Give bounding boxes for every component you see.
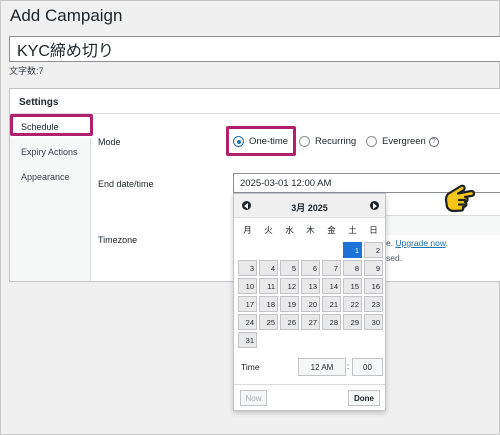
time-separator: : xyxy=(347,362,350,371)
radio-checked-icon xyxy=(233,136,244,147)
nav-item-appearance[interactable]: Appearance xyxy=(10,166,91,188)
calendar-blank-cell xyxy=(322,242,341,258)
radio-unchecked-icon xyxy=(366,136,377,147)
hour-select[interactable]: 12 AM xyxy=(298,358,346,376)
calendar-day[interactable]: 28 xyxy=(322,314,341,330)
upgrade-now-link[interactable]: Upgrade now xyxy=(395,238,445,248)
calendar-footer-divider xyxy=(234,384,385,385)
pointing-hand-icon xyxy=(442,180,476,219)
mode-label: Mode xyxy=(98,137,121,147)
weekday-label: 火 xyxy=(264,225,273,235)
calendar-day[interactable]: 24 xyxy=(238,314,257,330)
calendar-day[interactable]: 21 xyxy=(322,296,341,312)
calendar-day[interactable]: 31 xyxy=(238,332,257,348)
weekday-label: 木 xyxy=(306,225,315,235)
calendar-blank-cell xyxy=(259,242,278,258)
mode-recurring-label: Recurring xyxy=(315,136,357,147)
calendar-day[interactable]: 26 xyxy=(280,314,299,330)
calendar-day[interactable]: 11 xyxy=(259,278,278,294)
upgrade-note-suffix: . xyxy=(445,238,448,248)
calendar-day[interactable]: 14 xyxy=(322,278,341,294)
weekday-label: 月 xyxy=(243,225,252,235)
calendar-blank-cell xyxy=(238,242,257,258)
calendar-month-title: 3月 2025 xyxy=(291,203,328,213)
calendar-day[interactable]: 20 xyxy=(301,296,320,312)
weekday-label: 日 xyxy=(369,225,378,235)
end-date-label: End date/time xyxy=(98,179,154,189)
calendar-day[interactable]: 18 xyxy=(259,296,278,312)
calendar-day[interactable]: 4 xyxy=(259,260,278,276)
weekday-label: 土 xyxy=(348,225,357,235)
minute-select[interactable]: 00 xyxy=(352,358,383,376)
calendar-day[interactable]: 27 xyxy=(301,314,320,330)
calendar-day[interactable]: 23 xyxy=(364,296,383,312)
time-label: Time xyxy=(241,362,260,372)
chevron-right-icon[interactable] xyxy=(370,201,379,210)
calendar-day-grid: 1 2 3 4 5 6 7 8 9 10 11 12 13 14 15 16 17 18 19 20 21 22 23 24 2… xyxy=(237,241,384,349)
calendar-blank-cell xyxy=(280,242,299,258)
timezone-row-strip xyxy=(372,215,500,235)
settings-side-nav: Schedule Expiry Actions Appearance xyxy=(10,114,92,281)
weekday-header-row: 月火水木金土日 xyxy=(237,224,384,236)
calendar-day[interactable]: 15 xyxy=(343,278,362,294)
calendar-day[interactable]: 29 xyxy=(343,314,362,330)
calendar-day[interactable]: 9 xyxy=(364,260,383,276)
radio-unchecked-icon xyxy=(299,136,310,147)
timezone-label: Timezone xyxy=(98,235,138,245)
calendar-day[interactable]: 22 xyxy=(343,296,362,312)
mode-evergreen-radio[interactable]: Evergreen ? xyxy=(366,136,439,147)
calendar-day[interactable]: 16 xyxy=(364,278,383,294)
calendar-day[interactable]: 5 xyxy=(280,260,299,276)
calendar-day[interactable]: 30 xyxy=(364,314,383,330)
char-count: 文字数:7 xyxy=(9,66,44,76)
calendar-day[interactable]: 3 xyxy=(238,260,257,276)
partial-note: sed. xyxy=(386,253,403,263)
help-icon[interactable]: ? xyxy=(428,136,439,147)
calendar-day[interactable]: 12 xyxy=(280,278,299,294)
nav-item-expiry-actions[interactable]: Expiry Actions xyxy=(10,141,91,163)
now-button[interactable]: Now xyxy=(240,390,267,406)
calendar-header: 3月 2025 xyxy=(234,194,385,218)
date-picker-popup: 3月 2025 月火水木金土日 1 2 3 4 5 6 7 8 9 10 11 12 13 14 15 16 1… xyxy=(233,193,386,411)
weekday-label: 水 xyxy=(285,225,294,235)
mode-evergreen-label: Evergreen xyxy=(382,136,426,147)
campaign-title-input[interactable] xyxy=(9,36,500,62)
mode-recurring-radio[interactable]: Recurring xyxy=(299,136,356,147)
mode-one-time-radio[interactable]: One-time xyxy=(233,136,288,147)
nav-item-schedule[interactable]: Schedule xyxy=(10,116,92,138)
calendar-day[interactable]: 8 xyxy=(343,260,362,276)
calendar-day[interactable]: 6 xyxy=(301,260,320,276)
weekday-label: 金 xyxy=(327,225,336,235)
done-button[interactable]: Done xyxy=(348,390,380,406)
calendar-day[interactable]: 17 xyxy=(238,296,257,312)
calendar-blank-cell xyxy=(301,242,320,258)
settings-header: Settings xyxy=(10,89,500,114)
mode-one-time-label: One-time xyxy=(249,136,289,147)
calendar-day-selected[interactable]: 1 xyxy=(343,242,362,258)
upgrade-note-prefix: e. xyxy=(386,238,394,248)
calendar-day[interactable]: 10 xyxy=(238,278,257,294)
calendar-day[interactable]: 19 xyxy=(280,296,299,312)
calendar-day[interactable]: 7 xyxy=(322,260,341,276)
calendar-day[interactable]: 2 xyxy=(364,242,383,258)
upgrade-note: e. Upgrade now. xyxy=(386,238,448,248)
page-title: Add Campaign xyxy=(10,6,123,25)
calendar-day[interactable]: 13 xyxy=(301,278,320,294)
calendar-day[interactable]: 25 xyxy=(259,314,278,330)
